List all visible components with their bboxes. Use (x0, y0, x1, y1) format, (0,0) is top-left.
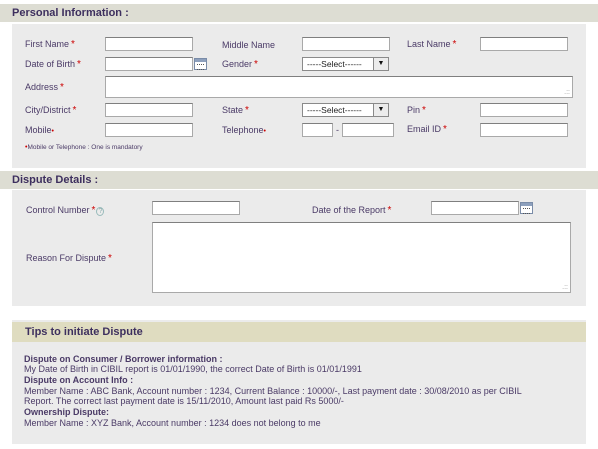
last-name-label: Last Name * (407, 39, 457, 50)
city-input[interactable] (105, 103, 193, 117)
first-name-input[interactable] (105, 37, 193, 51)
tip-heading-consumer: Dispute on Consumer / Borrower informati… (24, 354, 223, 364)
email-input[interactable] (480, 123, 568, 137)
report-date-input[interactable] (431, 201, 519, 215)
pin-input[interactable] (480, 103, 568, 117)
tips-heading: Tips to initiate Dispute (12, 322, 586, 342)
telephone-label: Telephone• (222, 125, 266, 135)
telephone-std-input[interactable] (302, 123, 333, 137)
middle-name-label: Middle Name (222, 40, 276, 50)
middle-name-input[interactable] (302, 37, 390, 51)
tip-text: Member Name : XYZ Bank, Account number :… (24, 418, 321, 428)
mobile-label: Mobile• (25, 125, 54, 135)
dob-label: Date of Birth * (25, 59, 81, 70)
mandatory-note: •Mobile or Telephone : One is mandatory (25, 144, 143, 151)
state-selected-value: -----Select------ (307, 105, 362, 115)
gender-select[interactable]: -----Select------ ▼ (302, 57, 389, 71)
resize-grip-icon[interactable]: .:: (564, 89, 570, 96)
report-date-label: Date of the Report * (312, 205, 392, 216)
last-name-input[interactable] (480, 37, 568, 51)
reason-textarea[interactable]: .:: (152, 222, 571, 293)
pin-label: Pin * (407, 105, 426, 116)
tip-text: Report. The correct last payment date is… (24, 396, 344, 406)
tip-text: Member Name : ABC Bank, Account number :… (24, 386, 522, 396)
reason-label: Reason For Dispute * (26, 253, 112, 264)
state-label: State * (222, 105, 249, 116)
state-select[interactable]: -----Select------ ▼ (302, 103, 389, 117)
calendar-icon[interactable] (194, 58, 207, 70)
email-label: Email ID * (407, 124, 447, 135)
first-name-label: First Name * (25, 39, 75, 50)
control-number-input[interactable] (152, 201, 240, 215)
calendar-icon[interactable] (520, 202, 533, 214)
address-label: Address * (25, 82, 64, 93)
telephone-separator: - (336, 125, 339, 135)
tip-heading-account: Dispute on Account Info : (24, 375, 134, 385)
help-icon[interactable]: ? (96, 207, 105, 216)
tip-text: My Date of Birth in CIBIL report is 01/0… (24, 364, 362, 374)
gender-label: Gender * (222, 59, 258, 70)
resize-grip-icon[interactable]: .:: (562, 284, 568, 291)
dob-input[interactable] (105, 57, 193, 71)
tip-heading-ownership: Ownership Dispute: (24, 407, 110, 417)
chevron-down-icon: ▼ (373, 104, 388, 116)
dispute-details-heading: Dispute Details : (0, 171, 598, 189)
mobile-input[interactable] (105, 123, 193, 137)
city-label: City/District * (25, 105, 77, 116)
control-number-label: Control Number *? (26, 205, 105, 216)
chevron-down-icon: ▼ (373, 58, 388, 70)
gender-selected-value: -----Select------ (307, 59, 362, 69)
personal-info-heading: Personal Information : (0, 4, 598, 22)
telephone-number-input[interactable] (342, 123, 394, 137)
address-input[interactable]: .:: (105, 76, 573, 98)
